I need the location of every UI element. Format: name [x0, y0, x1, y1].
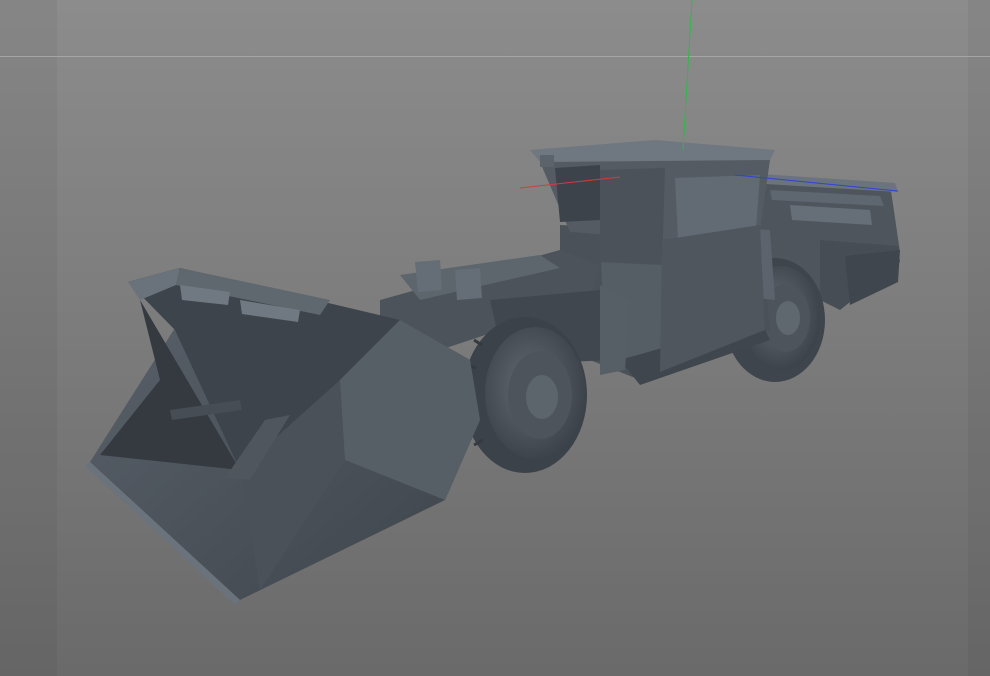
front-wheel — [463, 317, 587, 473]
3d-viewport[interactable] — [0, 0, 990, 676]
loader-model[interactable] — [0, 0, 990, 676]
